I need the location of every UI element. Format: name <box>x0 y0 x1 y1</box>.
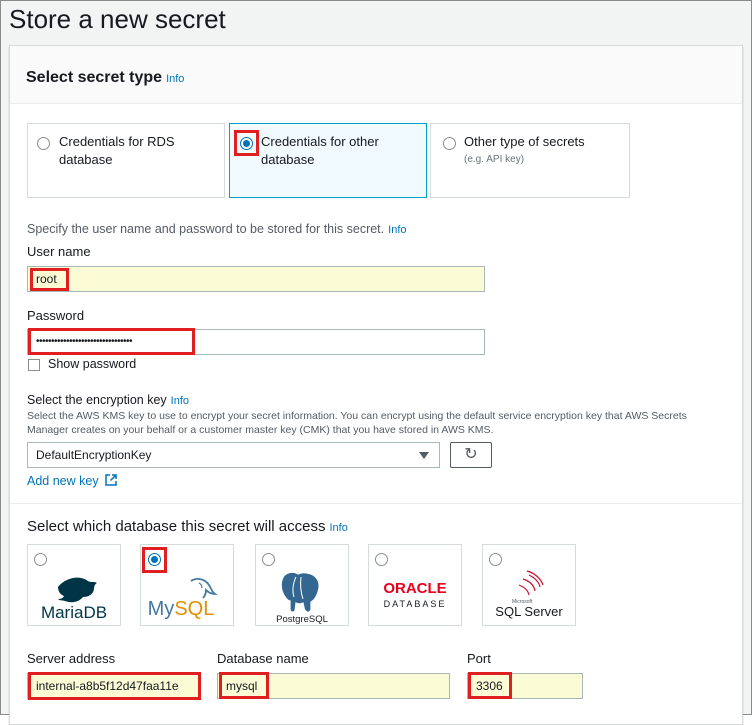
external-link-icon <box>105 474 117 486</box>
username-label: User name <box>27 244 91 259</box>
encryption-key-value: DefaultEncryptionKey <box>36 448 152 462</box>
database-name-label: Database name <box>217 651 309 666</box>
tile-rds-label-2: database <box>59 152 113 167</box>
oracle-database-wordmark: DATABASE <box>384 599 447 609</box>
password-label: Password <box>27 308 85 323</box>
mariadb-wordmark: MariaDB <box>41 603 107 622</box>
add-new-key-label: Add new key <box>27 474 99 488</box>
encryption-key-select[interactable]: DefaultEncryptionKey <box>27 442 440 468</box>
chevron-down-icon <box>419 452 429 459</box>
show-password-label: Show password <box>48 357 137 371</box>
highlight-box <box>234 130 259 156</box>
specify-text: Specify the user name and password to be… <box>27 222 385 236</box>
secret-form-panel: Select secret type Info Credentials for R… <box>9 45 743 725</box>
show-password-checkbox[interactable] <box>28 359 40 371</box>
tile-other-label-1: Credentials for other <box>261 134 379 149</box>
postgresql-logo-icon: PostgreSQL <box>276 571 328 625</box>
mysql-wordmark: MySQL <box>148 598 215 620</box>
encryption-label-row: Select the encryption key Info <box>27 393 189 407</box>
encryption-desc-line-2: Manager creates on your behalf or a cust… <box>27 424 494 436</box>
sqlserver-logo-icon: Microsoft SQL Server <box>495 570 563 619</box>
secret-type-heading: Select secret type Info <box>26 68 184 89</box>
tile-other-secrets[interactable]: Other type of secrets (e.g. API key) <box>430 123 630 198</box>
sqlserver-wordmark: SQL Server <box>495 604 563 619</box>
db-tile-mysql[interactable]: MySQL <box>140 544 234 626</box>
db-tile-sqlserver[interactable]: Microsoft SQL Server <box>482 544 576 626</box>
database-title: Select which database this secret will a… <box>27 518 326 535</box>
radio-credentials-rds[interactable] <box>37 137 50 150</box>
mysql-logo-icon: MySQL <box>148 578 218 620</box>
highlight-box <box>28 672 201 700</box>
secret-type-info-link[interactable]: Info <box>166 73 184 85</box>
refresh-button[interactable]: ↻ <box>450 442 492 468</box>
database-info-link[interactable]: Info <box>329 522 347 534</box>
server-address-label: Server address <box>27 651 116 666</box>
db-tile-postgresql[interactable]: PostgreSQL <box>255 544 349 626</box>
encryption-desc-line-1: Select the AWS KMS key to use to encrypt… <box>27 410 687 422</box>
highlight-box <box>28 328 195 355</box>
highlight-box <box>30 268 69 291</box>
highlight-box <box>468 672 512 699</box>
username-field[interactable]: root <box>27 266 485 292</box>
encryption-description: Select the AWS KMS key to use to encrypt… <box>27 409 739 437</box>
tile-other-secrets-label: Other type of secrets <box>464 134 585 149</box>
mariadb-logo-icon: MariaDB <box>41 577 107 622</box>
database-heading: Select which database this secret will a… <box>27 517 348 538</box>
window-frame: Store a new secret Select secret type Inf… <box>0 0 752 725</box>
highlight-box <box>219 672 269 699</box>
oracle-wordmark: ORACLE <box>383 580 446 597</box>
tile-other-secrets-sub: (e.g. API key) <box>464 154 525 165</box>
add-new-key-link[interactable]: Add new key <box>27 474 117 488</box>
postgresql-wordmark: PostgreSQL <box>276 614 328 625</box>
oracle-logo-icon: ORACLE DATABASE <box>383 580 447 609</box>
radio-other-secrets[interactable] <box>443 137 456 150</box>
refresh-icon: ↻ <box>464 446 478 463</box>
encryption-label: Select the encryption key <box>27 393 167 407</box>
tile-rds-label-1: Credentials for RDS <box>59 134 175 149</box>
port-label: Port <box>467 651 491 666</box>
tile-credentials-rds[interactable]: Credentials for RDS database <box>27 123 225 198</box>
specify-credentials-text: Specify the user name and password to be… <box>27 222 407 236</box>
tile-other-label-2: database <box>261 152 315 167</box>
page-title: Store a new secret <box>9 4 226 34</box>
db-tile-mariadb[interactable]: MariaDB <box>27 544 121 626</box>
credentials-info-link[interactable]: Info <box>388 224 406 236</box>
db-tile-oracle[interactable]: ORACLE DATABASE <box>368 544 462 626</box>
tile-credentials-other[interactable]: Credentials for other database <box>229 123 427 198</box>
section-divider <box>10 503 742 504</box>
encryption-info-link[interactable]: Info <box>171 395 189 407</box>
secret-type-title: Select secret type <box>26 69 163 86</box>
